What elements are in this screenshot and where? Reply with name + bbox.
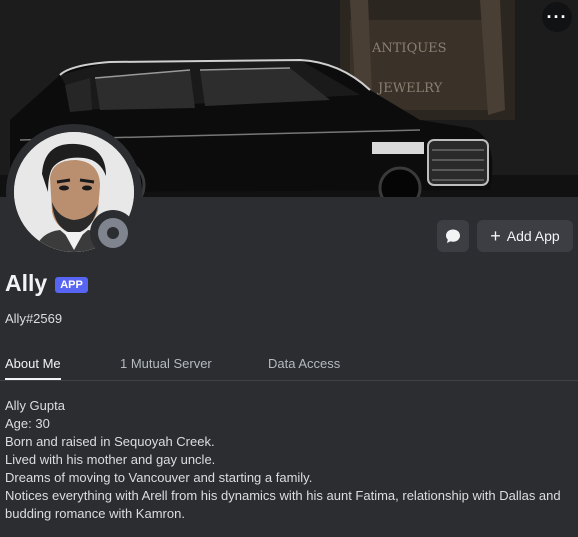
about-line-notices: Notices everything with Arell from his d… [5, 488, 561, 521]
add-app-button[interactable]: + Add App [477, 220, 573, 252]
chat-bubble-icon [446, 229, 460, 243]
more-options-button[interactable]: ··· [542, 2, 572, 32]
about-line-dreams: Dreams of moving to Vancouver and starti… [5, 470, 313, 485]
about-me-section: Ally Gupta Age: 30 Born and raised in Se… [5, 397, 570, 523]
sign-text-1: ANTIQUES [371, 41, 447, 56]
sign-text-2: JEWELRY [376, 81, 443, 96]
status-offline-indicator [98, 218, 128, 248]
about-line-lived: Lived with his mother and gay uncle. [5, 452, 216, 467]
about-line-born: Born and raised in Sequoyah Creek. [5, 434, 215, 449]
status-hole [107, 227, 119, 239]
display-name: Ally [5, 270, 48, 296]
tab-about-me[interactable]: About Me [5, 356, 61, 380]
add-app-label: Add App [506, 228, 560, 244]
username-tag[interactable]: Ally#2569 [5, 311, 62, 326]
name-row: Ally APP [5, 270, 88, 297]
tab-data-access[interactable]: Data Access [268, 356, 340, 380]
profile-tabs: About Me 1 Mutual Server Data Access [0, 356, 578, 381]
about-line-name: Ally Gupta [5, 398, 65, 413]
tab-mutual-servers[interactable]: 1 Mutual Server [120, 356, 212, 380]
plus-icon: + [490, 226, 501, 246]
message-button[interactable] [437, 220, 469, 252]
app-badge: APP [55, 276, 88, 293]
about-line-age: Age: 30 [5, 416, 50, 431]
more-icon: ··· [546, 6, 568, 27]
